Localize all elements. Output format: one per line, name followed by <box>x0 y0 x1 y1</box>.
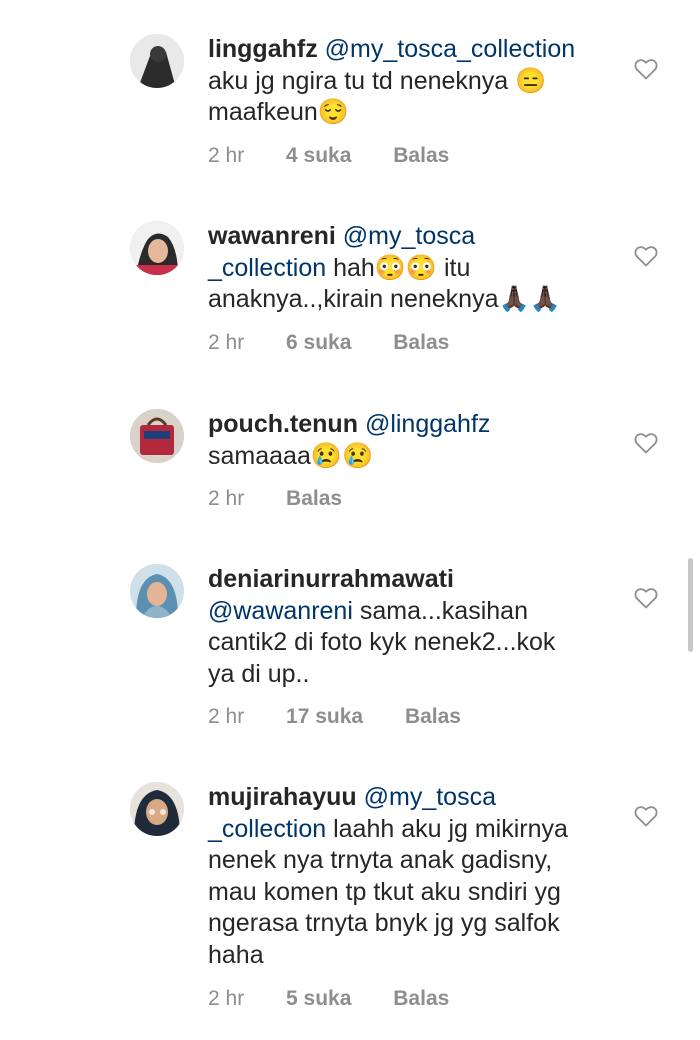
reply-button[interactable]: Balas <box>286 487 342 510</box>
comment-text: mujirahayuu @my_tosca _collection laahh … <box>208 782 618 971</box>
comment-text-line: maafkeun😌 <box>208 98 349 126</box>
comment-text-line: laahh aku jg mikirnya <box>326 814 568 843</box>
comment-text-line: nenek nya trnyta anak gadisny, <box>208 846 553 874</box>
comment-text-line: mau komen tp tkut aku sndiri yg <box>208 877 561 906</box>
reply-button[interactable]: Balas <box>393 331 449 354</box>
comment-likes[interactable]: 6 suka <box>286 331 351 354</box>
comment-time: 2 hr <box>208 987 245 1010</box>
comment-text-line: samaaaa😢😢 <box>208 441 374 470</box>
comment-text: pouch.tenun @linggahfz samaaaa😢😢 <box>208 409 618 472</box>
avatar[interactable] <box>130 409 184 463</box>
heart-outline-icon[interactable] <box>634 432 658 454</box>
heart-outline-icon[interactable] <box>634 587 658 609</box>
comment-mention[interactable]: @linggahfz <box>365 410 490 438</box>
comment-username[interactable]: linggahfz <box>208 35 318 63</box>
heart-outline-icon[interactable] <box>634 245 658 267</box>
comment-username[interactable]: pouch.tenun <box>208 410 358 438</box>
comment-text: deniarinurrahmawati @wawanreni sama...ka… <box>208 564 618 690</box>
comment-likes[interactable]: 17 suka <box>286 705 363 728</box>
comment-meta: 2 hr 6 suka Balas <box>208 331 485 355</box>
comment-text-line: haha <box>208 940 264 969</box>
comment-text: linggahfz @my_tosca_collection aku jg ng… <box>208 34 618 129</box>
heart-outline-icon[interactable] <box>634 805 658 827</box>
comment-username[interactable]: mujirahayuu <box>208 783 357 811</box>
reply-button[interactable]: Balas <box>393 144 449 167</box>
comment-mention[interactable]: @my_tosca_collection <box>325 35 576 63</box>
comment-username[interactable]: deniarinurrahmawati <box>208 565 454 593</box>
comment-text-line: ngerasa trnyta bnyk jg yg salfok <box>208 909 560 937</box>
comment-mention-continued[interactable]: _collection <box>208 254 326 282</box>
avatar[interactable] <box>130 34 184 88</box>
comment-likes[interactable]: 5 suka <box>286 987 351 1010</box>
comment-meta: 2 hr 5 suka Balas <box>208 987 485 1011</box>
comment-time: 2 hr <box>208 331 245 354</box>
scrollbar[interactable] <box>688 558 693 652</box>
comment-mention[interactable]: @my_tosca <box>343 222 475 250</box>
comment-time: 2 hr <box>208 144 245 167</box>
comment-mention[interactable]: @wawanreni <box>208 597 353 625</box>
reply-button[interactable]: Balas <box>405 705 461 728</box>
comment-meta: 2 hr 17 suka Balas <box>208 705 497 729</box>
comment-text: wawanreni @my_tosca _collection hah😳😳 it… <box>208 221 618 316</box>
avatar[interactable] <box>130 221 184 275</box>
comment-meta: 2 hr Balas <box>208 487 378 511</box>
comment-text-line: anaknya..,kirain neneknya🙏🏿🙏🏿 <box>208 285 561 313</box>
reply-button[interactable]: Balas <box>393 987 449 1010</box>
avatar[interactable] <box>130 564 184 618</box>
comment-text-line: ya di up.. <box>208 659 310 688</box>
comment-likes[interactable]: 4 suka <box>286 144 351 167</box>
comment-time: 2 hr <box>208 487 245 510</box>
comment-text-line: aku jg ngira tu td neneknya 😑 <box>208 66 547 95</box>
comment-mention-continued[interactable]: _collection <box>208 815 326 843</box>
heart-outline-icon[interactable] <box>634 58 658 80</box>
avatar[interactable] <box>130 782 184 836</box>
comment-meta: 2 hr 4 suka Balas <box>208 144 485 168</box>
comment-text-line: sama...kasihan <box>352 596 528 625</box>
comment-time: 2 hr <box>208 705 245 728</box>
comment-username[interactable]: wawanreni <box>208 222 336 250</box>
comment-text-line: cantik2 di foto kyk nenek2...kok <box>208 628 556 656</box>
comment-text-line: hah😳😳 itu <box>326 253 471 282</box>
comment-mention[interactable]: @my_tosca <box>364 783 496 811</box>
